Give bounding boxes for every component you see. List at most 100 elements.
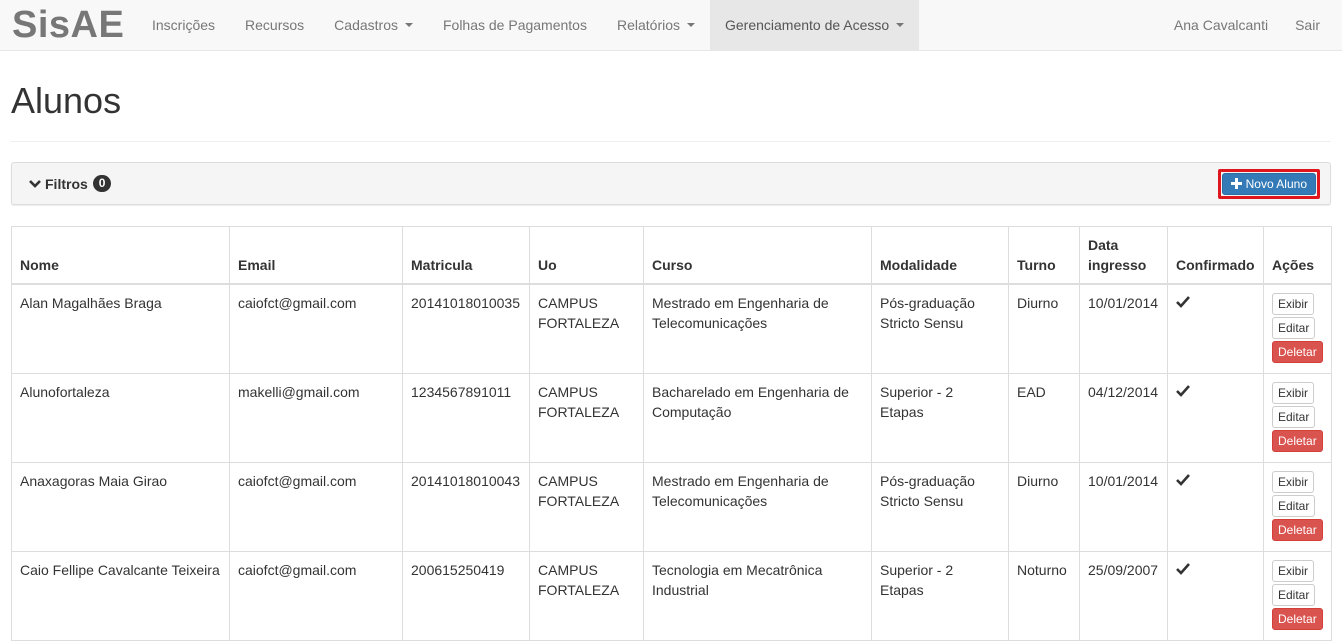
cell-modalidade: Pós-graduação Stricto Sensu — [871, 283, 1009, 374]
cell-acoes: Exibir Editar Deletar — [1263, 373, 1332, 463]
nav-item-inscricoes[interactable]: Inscrições — [137, 0, 230, 50]
table-row: Alunofortaleza makelli@gmail.com 1234567… — [11, 373, 1332, 463]
nav-item-label: Folhas de Pagamentos — [442, 17, 587, 33]
cell-email: caiofct@gmail.com — [229, 462, 403, 552]
page-header: Alunos — [11, 51, 1331, 142]
editar-button[interactable]: Editar — [1272, 317, 1316, 339]
cell-turno: Diurno — [1008, 462, 1080, 552]
col-header-uo: Uo — [529, 226, 644, 285]
new-button-highlight: Novo Aluno — [1217, 168, 1320, 199]
deletar-button[interactable]: Deletar — [1272, 608, 1323, 630]
nav-item-relatorios[interactable]: Relatórios — [602, 0, 710, 50]
col-header-turno: Turno — [1008, 226, 1080, 285]
cell-turno: Noturno — [1008, 551, 1080, 641]
filter-toggle[interactable]: Filtros 0 — [29, 175, 112, 192]
col-header-matricula: Matricula — [402, 226, 530, 285]
col-header-email: Email — [229, 226, 403, 285]
cell-modalidade: Superior - 2 Etapas — [871, 373, 1009, 463]
page-title: Alunos — [11, 80, 122, 121]
cell-uo: CAMPUS FORTALEZA — [529, 373, 644, 463]
user-name: Ana Cavalcanti — [1173, 17, 1269, 33]
exibir-button[interactable]: Exibir — [1272, 382, 1315, 404]
cell-confirmado — [1167, 551, 1264, 641]
cell-curso: Bacharelado em Engenharia de Computação — [643, 373, 872, 463]
plus-icon — [1230, 178, 1242, 189]
cell-data-ingresso: 10/01/2014 — [1079, 283, 1168, 374]
cell-email: caiofct@gmail.com — [229, 283, 403, 374]
cell-curso: Mestrado em Engenharia de Telecomunicaçõ… — [643, 462, 872, 552]
editar-button[interactable]: Editar — [1272, 406, 1316, 428]
nav-right: Ana Cavalcanti Sair — [1159, 0, 1342, 50]
col-header-curso: Curso — [643, 226, 872, 285]
editar-button[interactable]: Editar — [1272, 584, 1316, 606]
exibir-button[interactable]: Exibir — [1272, 293, 1315, 315]
main-container: Alunos Filtros 0 Novo Aluno Nome Email M… — [0, 51, 1342, 641]
table-row: Alan Magalhães Braga caiofct@gmail.com 2… — [11, 283, 1332, 374]
deletar-button[interactable]: Deletar — [1272, 430, 1323, 452]
cell-turno: Diurno — [1008, 283, 1080, 374]
caret-down-icon — [404, 23, 413, 27]
cell-uo: CAMPUS FORTALEZA — [529, 462, 644, 552]
nav-item-label: Recursos — [245, 17, 305, 33]
col-header-nome: Nome — [11, 226, 230, 285]
logout-label: Sair — [1295, 17, 1320, 33]
logout-link[interactable]: Sair — [1280, 0, 1332, 50]
cell-matricula: 200615250419 — [402, 551, 530, 641]
cell-uo: CAMPUS FORTALEZA — [529, 551, 644, 641]
cell-nome: Alunofortaleza — [11, 373, 230, 463]
deletar-button[interactable]: Deletar — [1272, 341, 1323, 363]
new-aluno-button[interactable]: Novo Aluno — [1221, 172, 1316, 195]
check-icon — [1176, 385, 1190, 397]
cell-modalidade: Superior - 2 Etapas — [871, 551, 1009, 641]
cell-nome: Caio Fellipe Cavalcante Teixeira — [11, 551, 230, 641]
top-navbar: SisAE Inscrições Recursos Cadastros Folh… — [0, 0, 1342, 51]
main-nav: Inscrições Recursos Cadastros Folhas de … — [137, 0, 920, 50]
nav-item-recursos[interactable]: Recursos — [230, 0, 319, 50]
check-icon — [1176, 296, 1190, 308]
table-row: Caio Fellipe Cavalcante Teixeira caiofct… — [11, 551, 1332, 641]
cell-curso: Tecnologia em Mecatrônica Industrial — [643, 551, 872, 641]
table-row: Anaxagoras Maia Girao caiofct@gmail.com … — [11, 462, 1332, 552]
alunos-table: Nome Email Matricula Uo Curso Modalidade… — [11, 226, 1332, 641]
nav-item-label: Cadastros — [334, 17, 398, 33]
cell-confirmado — [1167, 462, 1264, 552]
check-icon — [1176, 474, 1190, 486]
cell-nome: Anaxagoras Maia Girao — [11, 462, 230, 552]
check-icon — [1176, 563, 1190, 575]
new-aluno-label: Novo Aluno — [1245, 176, 1307, 191]
nav-item-cadastros[interactable]: Cadastros — [319, 0, 428, 50]
cell-data-ingresso: 04/12/2014 — [1079, 373, 1168, 463]
cell-acoes: Exibir Editar Deletar — [1263, 283, 1332, 374]
user-menu[interactable]: Ana Cavalcanti — [1159, 0, 1280, 50]
cell-data-ingresso: 10/01/2014 — [1079, 462, 1168, 552]
cell-confirmado — [1167, 283, 1264, 374]
cell-email: caiofct@gmail.com — [229, 551, 403, 641]
cell-email: makelli@gmail.com — [229, 373, 403, 463]
cell-nome: Alan Magalhães Braga — [11, 283, 230, 374]
col-header-acoes: Ações — [1263, 226, 1332, 285]
cell-matricula: 1234567891011 — [402, 373, 530, 463]
cell-turno: EAD — [1008, 373, 1080, 463]
cell-matricula: 20141018010043 — [402, 462, 530, 552]
cell-acoes: Exibir Editar Deletar — [1263, 462, 1332, 552]
cell-curso: Mestrado em Engenharia de Telecomunicaçõ… — [643, 283, 872, 374]
deletar-button[interactable]: Deletar — [1272, 519, 1323, 541]
filter-count-badge: 0 — [92, 175, 112, 192]
cell-uo: CAMPUS FORTALEZA — [529, 283, 644, 374]
chevron-down-icon — [29, 179, 41, 188]
nav-item-label: Inscrições — [152, 17, 216, 33]
cell-acoes: Exibir Editar Deletar — [1263, 551, 1332, 641]
brand-logo[interactable]: SisAE — [0, 0, 137, 50]
table-header-row: Nome Email Matricula Uo Curso Modalidade… — [11, 226, 1332, 285]
cell-confirmado — [1167, 373, 1264, 463]
caret-down-icon — [896, 23, 905, 27]
table-wrapper: Nome Email Matricula Uo Curso Modalidade… — [11, 226, 1332, 641]
caret-down-icon — [687, 23, 695, 27]
nav-item-gerenciamento-de-acesso[interactable]: Gerenciamento de Acesso — [710, 0, 920, 50]
editar-button[interactable]: Editar — [1272, 495, 1316, 517]
exibir-button[interactable]: Exibir — [1272, 560, 1315, 582]
col-header-data-ingresso: Data ingresso — [1079, 226, 1168, 285]
nav-item-folhas-de-pagamentos[interactable]: Folhas de Pagamentos — [428, 0, 602, 50]
exibir-button[interactable]: Exibir — [1272, 471, 1315, 493]
nav-item-label: Gerenciamento de Acesso — [725, 17, 890, 33]
